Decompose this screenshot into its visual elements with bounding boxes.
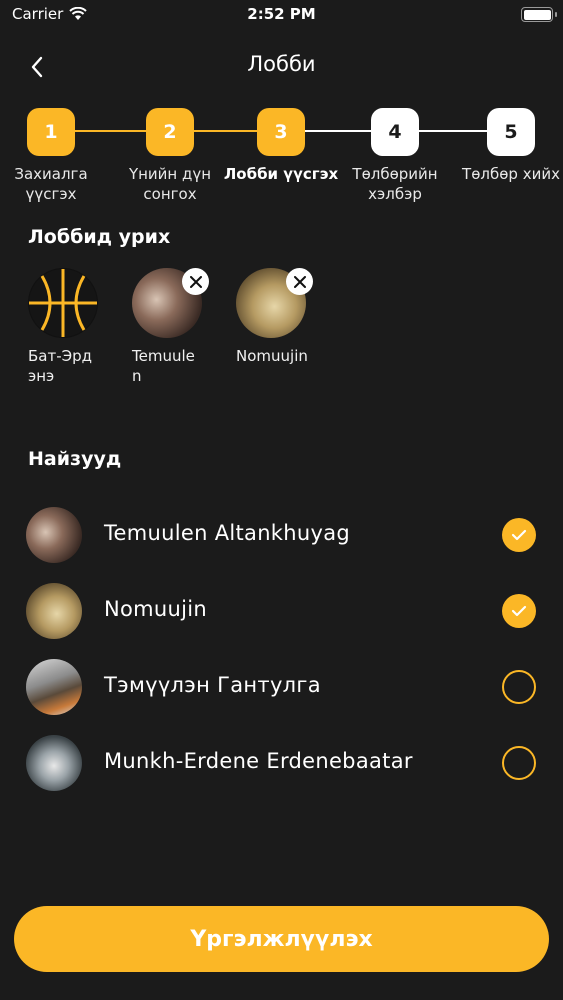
checkmark-icon bbox=[511, 605, 527, 617]
step-4[interactable]: 4 bbox=[371, 108, 419, 156]
lobby-member-name: Temuulen bbox=[132, 347, 195, 385]
step-4-label: Төлбөрийн хэлбэр bbox=[352, 165, 438, 203]
status-bar: Carrier 2:52 PM bbox=[0, 0, 563, 30]
friends-section-title: Найзууд bbox=[28, 448, 122, 470]
friend-row[interactable]: Тэмүүлэн Гантулга bbox=[0, 657, 563, 717]
lobby-member[interactable]: Temuulen bbox=[132, 268, 212, 386]
friend-row[interactable]: Temuulen Altankhuyag bbox=[0, 505, 563, 565]
step-1[interactable]: 1 bbox=[27, 108, 75, 156]
lobby-member-name: Бат-Эрдэнэ bbox=[28, 347, 92, 385]
lobby-member-name: Nomuujin bbox=[236, 347, 308, 365]
battery-icon bbox=[521, 7, 557, 22]
step-2-label: Үнийн дүн сонгох bbox=[128, 165, 212, 203]
user-avatar bbox=[26, 507, 82, 563]
user-avatar bbox=[26, 659, 82, 715]
step-3-label: Лобби үүсгэх bbox=[223, 165, 339, 183]
clock: 2:52 PM bbox=[247, 5, 316, 23]
friend-row[interactable]: Nomuujin bbox=[0, 581, 563, 641]
friend-select-checkbox[interactable] bbox=[502, 594, 536, 628]
basketball-avatar bbox=[28, 268, 98, 338]
remove-member-button[interactable] bbox=[286, 268, 313, 295]
continue-button[interactable]: Үргэлжлүүлэх bbox=[14, 906, 549, 972]
friend-select-checkbox[interactable] bbox=[502, 670, 536, 704]
lobby-member[interactable]: Бат-Эрдэнэ bbox=[28, 268, 108, 386]
step-5[interactable]: 5 bbox=[487, 108, 535, 156]
close-icon bbox=[189, 275, 202, 288]
close-icon bbox=[293, 275, 306, 288]
lobby-member[interactable]: Nomuujin bbox=[236, 268, 316, 366]
user-avatar bbox=[26, 735, 82, 791]
remove-member-button[interactable] bbox=[182, 268, 209, 295]
friend-name: Munkh-Erdene Erdenebaatar bbox=[104, 749, 413, 773]
page-title: Лобби bbox=[247, 52, 316, 76]
friend-select-checkbox[interactable] bbox=[502, 746, 536, 780]
friend-name: Nomuujin bbox=[104, 597, 208, 621]
friend-name: Тэмүүлэн Гантулга bbox=[104, 673, 321, 697]
step-2[interactable]: 2 bbox=[146, 108, 194, 156]
lobby-section-title: Лоббид урих bbox=[28, 226, 171, 248]
user-avatar bbox=[26, 583, 82, 639]
progress-stepper: 1 2 3 4 5 Захиалга үүсгэх Үнийн дүн сонг… bbox=[0, 108, 563, 208]
step-5-label: Төлбөр хийх bbox=[462, 165, 560, 183]
friend-row[interactable]: Munkh-Erdene Erdenebaatar bbox=[0, 733, 563, 793]
step-1-label: Захиалга үүсгэх bbox=[14, 165, 88, 203]
friend-name: Temuulen Altankhuyag bbox=[104, 521, 351, 545]
checkmark-icon bbox=[511, 529, 527, 541]
friend-select-checkbox[interactable] bbox=[502, 518, 536, 552]
step-3[interactable]: 3 bbox=[257, 108, 305, 156]
